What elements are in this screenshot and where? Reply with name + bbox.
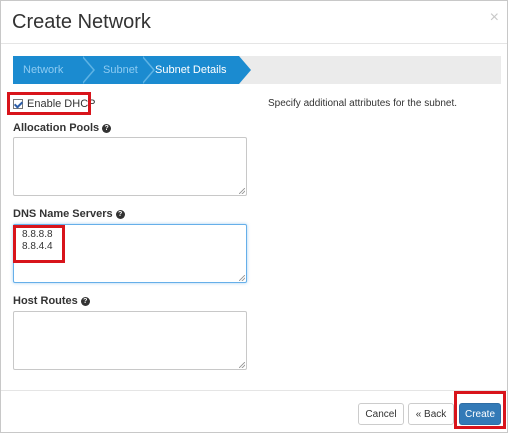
wizard-end-arrow <box>239 56 251 84</box>
step-separator-arrow <box>81 56 93 84</box>
step-separator-arrow <box>141 56 153 84</box>
wizard-progress-bar: Network Subnet Subnet Details <box>13 56 501 84</box>
tab-subnet-details[interactable]: Subnet Details <box>153 56 239 84</box>
back-button[interactable]: « Back <box>408 403 454 425</box>
highlight-box <box>454 391 506 429</box>
dns-name-servers-label: DNS Name Servers? <box>13 208 125 220</box>
close-icon[interactable]: × <box>490 9 499 27</box>
highlight-box <box>7 92 91 115</box>
subnet-details-description: Specify additional attributes for the su… <box>268 98 458 109</box>
tab-network[interactable]: Network <box>13 56 83 84</box>
dialog-title: Create Network <box>12 11 151 33</box>
cancel-button[interactable]: Cancel <box>358 403 404 425</box>
allocation-pools-label: Allocation Pools? <box>13 122 112 134</box>
allocation-pools-textarea[interactable] <box>13 137 247 196</box>
host-routes-textarea[interactable] <box>13 311 247 370</box>
dialog-footer: Cancel « Back Create <box>1 390 507 433</box>
dialog-header: Create Network × <box>1 1 507 44</box>
tab-subnet-label: Subnet <box>103 64 138 76</box>
question-circle-icon: ? <box>102 123 112 133</box>
tab-network-label: Network <box>23 64 64 76</box>
tab-subnet-details-label: Subnet Details <box>155 64 227 76</box>
highlight-box <box>13 225 65 263</box>
resize-handle[interactable] <box>239 188 245 194</box>
question-circle-icon: ? <box>80 296 90 306</box>
resize-handle[interactable] <box>239 275 245 281</box>
host-routes-label: Host Routes? <box>13 295 90 307</box>
resize-handle[interactable] <box>239 362 245 368</box>
question-circle-icon: ? <box>115 209 125 219</box>
create-network-dialog: Create Network × Network Subnet Subnet D… <box>0 0 508 433</box>
